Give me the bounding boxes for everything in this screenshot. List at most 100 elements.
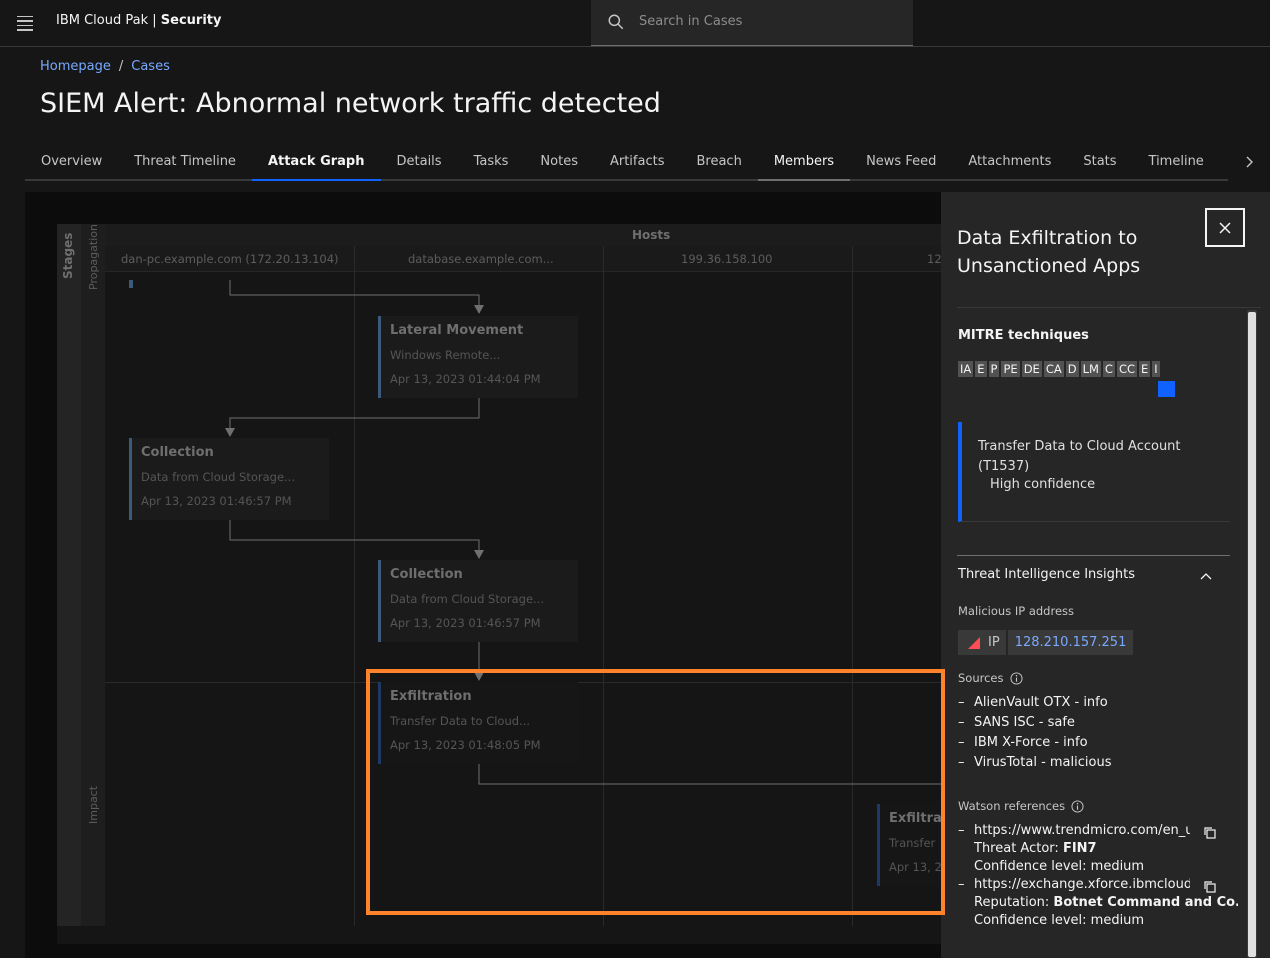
list-item: – AlienVault OTX - info: [958, 695, 1108, 710]
breadcrumb: Homepage / Cases: [40, 59, 170, 74]
list-item: – VirusTotal - malicious: [958, 755, 1112, 770]
list-item: – SANS ISC - safe: [958, 715, 1075, 730]
watson-reference: – https://exchange.xforce.ibmcloud Reputa…: [958, 877, 1238, 931]
source-text: SANS ISC - safe: [974, 715, 1075, 730]
search-input[interactable]: Search in Cases: [591, 0, 913, 46]
details-side-panel: Data Exfiltration to Unsanctioned Apps M…: [941, 192, 1270, 958]
tab-details[interactable]: Details: [381, 148, 458, 181]
reference-confidence: Confidence level: medium: [974, 859, 1145, 874]
source-text: AlienVault OTX - info: [974, 695, 1108, 710]
mitre-chip[interactable]: LM: [1080, 361, 1101, 377]
case-tabs: Overview Threat Timeline Attack Graph De…: [25, 148, 1228, 181]
ip-type-label: IP: [988, 635, 1000, 650]
page-title: SIEM Alert: Abnormal network traffic det…: [40, 88, 661, 119]
watson-references-label: Watson references: [958, 799, 1084, 813]
mitre-chip[interactable]: IA: [958, 361, 974, 377]
info-icon[interactable]: [1009, 671, 1023, 685]
node-title: Collection: [390, 567, 463, 582]
tab-stats[interactable]: Stats: [1067, 148, 1132, 181]
chevron-up-icon[interactable]: [1198, 569, 1214, 583]
node-timestamp: Apr 13, 2023 01:44:04 PM: [390, 372, 541, 386]
warning-triangle-icon: [968, 636, 980, 649]
reference-url[interactable]: https://exchange.xforce.ibmcloud: [974, 877, 1190, 892]
list-item: – https://www.trendmicro.com/en_us: [958, 823, 1190, 838]
mitre-chip[interactable]: E: [975, 361, 987, 377]
graph-node-lateral-movement[interactable]: Lateral Movement Windows Remote... Apr 1…: [378, 316, 578, 398]
breadcrumb-homepage[interactable]: Homepage: [40, 59, 111, 74]
node-title: Lateral Movement: [390, 323, 524, 338]
technique-card[interactable]: Transfer Data to Cloud Account (T1537) H…: [958, 422, 1230, 522]
node-technique: Data from Cloud Storage...: [390, 592, 544, 606]
tab-tasks[interactable]: Tasks: [458, 148, 525, 181]
close-button[interactable]: [1205, 208, 1245, 247]
mitre-chip[interactable]: PE: [1001, 361, 1020, 377]
menu-icon[interactable]: [10, 8, 40, 38]
watson-reference: – https://www.trendmicro.com/en_us Threat…: [958, 823, 1238, 877]
mitre-chip[interactable]: P: [988, 361, 1000, 377]
breadcrumb-separator: /: [118, 59, 124, 74]
watson-label-text: Watson references: [958, 799, 1066, 813]
source-text: IBM X-Force - info: [974, 735, 1088, 750]
list-item: – https://exchange.xforce.ibmcloud: [958, 877, 1190, 892]
mitre-chip[interactable]: C: [1102, 361, 1115, 377]
tab-members[interactable]: Members: [757, 148, 851, 181]
technique-name: Transfer Data to Cloud Account (T1537): [978, 439, 1181, 474]
mitre-heading: MITRE techniques: [958, 328, 1089, 343]
mitre-chip[interactable]: CC: [1116, 361, 1138, 377]
info-icon[interactable]: [1071, 799, 1084, 813]
sources-label-text: Sources: [958, 671, 1004, 685]
reference-confidence: Confidence level: medium: [974, 913, 1145, 928]
tab-artifacts[interactable]: Artifacts: [594, 148, 681, 181]
mitre-chip[interactable]: I: [1152, 361, 1160, 377]
panel-scrollbar[interactable]: [1247, 310, 1257, 958]
search-placeholder: Search in Cases: [639, 14, 743, 29]
tab-breach[interactable]: Breach: [680, 148, 757, 181]
sources-list: – AlienVault OTX - info – SANS ISC - safe …: [958, 695, 1111, 775]
graph-node-collection[interactable]: Collection Data from Cloud Storage... Ap…: [378, 560, 578, 642]
node-timestamp: Apr 13, 2023 01:46:57 PM: [390, 616, 541, 630]
threat-intel-heading[interactable]: Threat Intelligence Insights: [958, 567, 1135, 582]
reference-detail: Reputation: Botnet Command and Co...: [974, 895, 1238, 910]
mitre-chip[interactable]: CA: [1043, 361, 1064, 377]
technique-confidence: High confidence: [990, 477, 1096, 492]
mitre-chip[interactable]: D: [1065, 361, 1079, 377]
ip-address-link[interactable]: 128.210.157.251: [1007, 630, 1134, 655]
mitre-tactics: IA E P PE DE CA D LM C CC E I: [958, 361, 1160, 377]
node-timestamp: Apr 13, 2023 01:46:57 PM: [141, 494, 292, 508]
panel-title: Data Exfiltration to Unsanctioned Apps: [957, 227, 1141, 277]
tab-attachments[interactable]: Attachments: [952, 148, 1067, 181]
node-technique: Windows Remote...: [390, 348, 501, 362]
chevron-right-icon[interactable]: [1240, 150, 1260, 174]
highlight-box: [366, 669, 945, 915]
divider: [957, 555, 1230, 556]
tab-overview[interactable]: Overview: [25, 148, 118, 181]
mitre-chip[interactable]: DE: [1021, 361, 1042, 377]
top-header: IBM Cloud Pak | Security Search in Cases: [0, 0, 1270, 47]
brand-name[interactable]: IBM Cloud Pak | Security: [56, 13, 221, 28]
tab-threat-timeline[interactable]: Threat Timeline: [118, 148, 252, 181]
search-icon: [608, 14, 624, 30]
tab-notes[interactable]: Notes: [524, 148, 594, 181]
tab-timeline[interactable]: Timeline: [1133, 148, 1220, 181]
graph-node-collection[interactable]: Collection Data from Cloud Storage... Ap…: [129, 438, 329, 520]
breadcrumb-cases[interactable]: Cases: [131, 59, 170, 74]
divider: [957, 307, 1261, 308]
close-icon: [1219, 221, 1231, 234]
reference-url[interactable]: https://www.trendmicro.com/en_us: [974, 823, 1190, 838]
list-item: – IBM X-Force - info: [958, 735, 1088, 750]
copy-icon[interactable]: [1203, 826, 1217, 840]
tab-attack-graph[interactable]: Attack Graph: [251, 148, 381, 181]
source-text: VirusTotal - malicious: [974, 755, 1112, 770]
sources-label: Sources: [958, 671, 1023, 685]
ip-tag[interactable]: IP 128.210.157.251: [958, 630, 1134, 655]
scrollbar-thumb[interactable]: [1248, 312, 1256, 957]
mitre-active-indicator: [1158, 381, 1175, 397]
ip-type: IP: [958, 630, 1006, 655]
node-technique: Data from Cloud Storage...: [141, 470, 295, 484]
mitre-chip[interactable]: E: [1139, 361, 1151, 377]
copy-icon[interactable]: [1203, 880, 1217, 894]
tab-news-feed[interactable]: News Feed: [850, 148, 952, 181]
malicious-ip-label: Malicious IP address: [958, 604, 1075, 618]
reference-detail: Threat Actor: FIN7: [974, 841, 1097, 856]
node-title: Collection: [141, 445, 214, 460]
